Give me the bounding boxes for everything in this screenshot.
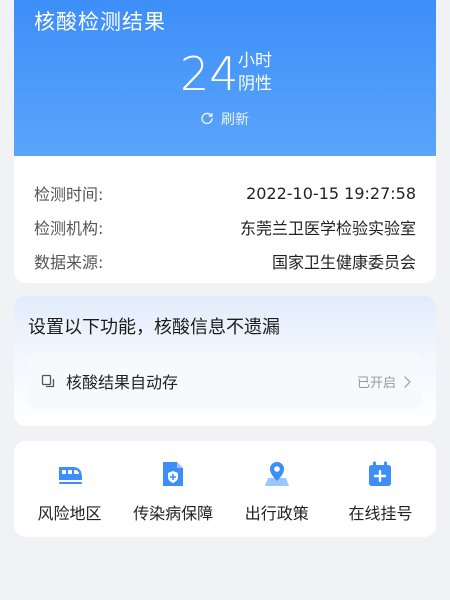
auto-save-label: 核酸结果自动存	[66, 373, 179, 392]
info-label: 检测时间:	[34, 185, 104, 204]
result-status: 阴性	[238, 74, 272, 94]
info-value: 国家卫生健康委员会	[271, 253, 416, 272]
info-row-test-institution: 检测机构: 东莞兰卫医学检验实验室	[34, 210, 416, 244]
document-shield-icon	[158, 459, 188, 489]
service-label: 在线挂号	[348, 504, 413, 523]
copy-icon	[40, 373, 56, 389]
service-disease-protection[interactable]: 传染病保障	[122, 441, 225, 537]
service-label: 传染病保障	[133, 504, 214, 523]
auto-save-state: 已开启	[356, 375, 396, 391]
page: 核酸检测结果 24 小时 阴性 刷新 检测时间: 2022-10-15 19:2…	[0, 0, 450, 600]
map-pin-icon	[262, 459, 292, 489]
refresh-label: 刷新	[221, 112, 249, 128]
nucleic-result-card: 核酸检测结果 24 小时 阴性 刷新 检测时间: 2022-10-15 19:2…	[14, 0, 436, 283]
service-label: 风险地区	[37, 504, 102, 523]
result-header: 核酸检测结果 24 小时 阴性 刷新	[14, 0, 436, 156]
service-travel-policy[interactable]: 出行政策	[225, 441, 328, 537]
train-icon	[55, 459, 85, 489]
service-risk-area[interactable]: 风险地区	[18, 441, 121, 537]
auto-save-setting-item[interactable]: 核酸结果自动存 已开启	[28, 353, 422, 409]
info-row-test-time: 检测时间: 2022-10-15 19:27:58	[34, 176, 416, 210]
result-title: 核酸检测结果	[34, 10, 166, 34]
info-value: 2022-10-15 19:27:58	[246, 183, 416, 203]
refresh-button[interactable]: 刷新	[200, 109, 249, 129]
chevron-right-icon	[402, 374, 412, 388]
service-online-registration[interactable]: 在线挂号	[329, 441, 432, 537]
settings-card: 设置以下功能，核酸信息不遗漏 核酸结果自动存 已开启	[14, 296, 436, 426]
result-info: 检测时间: 2022-10-15 19:27:58 检测机构: 东莞兰卫医学检验…	[14, 156, 436, 278]
settings-title: 设置以下功能，核酸信息不遗漏	[28, 317, 280, 338]
refresh-icon	[200, 112, 214, 126]
services-card: 风险地区 传染病保障 出行政策 在线挂号	[14, 441, 436, 537]
info-label: 数据来源:	[34, 253, 104, 272]
medical-calendar-icon	[365, 459, 395, 489]
result-hours: 24	[180, 47, 239, 101]
info-label: 检测机构:	[34, 219, 104, 238]
info-value: 东莞兰卫医学检验实验室	[239, 219, 416, 238]
service-label: 出行政策	[244, 504, 309, 523]
info-row-data-source: 数据来源: 国家卫生健康委员会	[34, 244, 416, 278]
result-unit: 小时	[238, 51, 272, 71]
